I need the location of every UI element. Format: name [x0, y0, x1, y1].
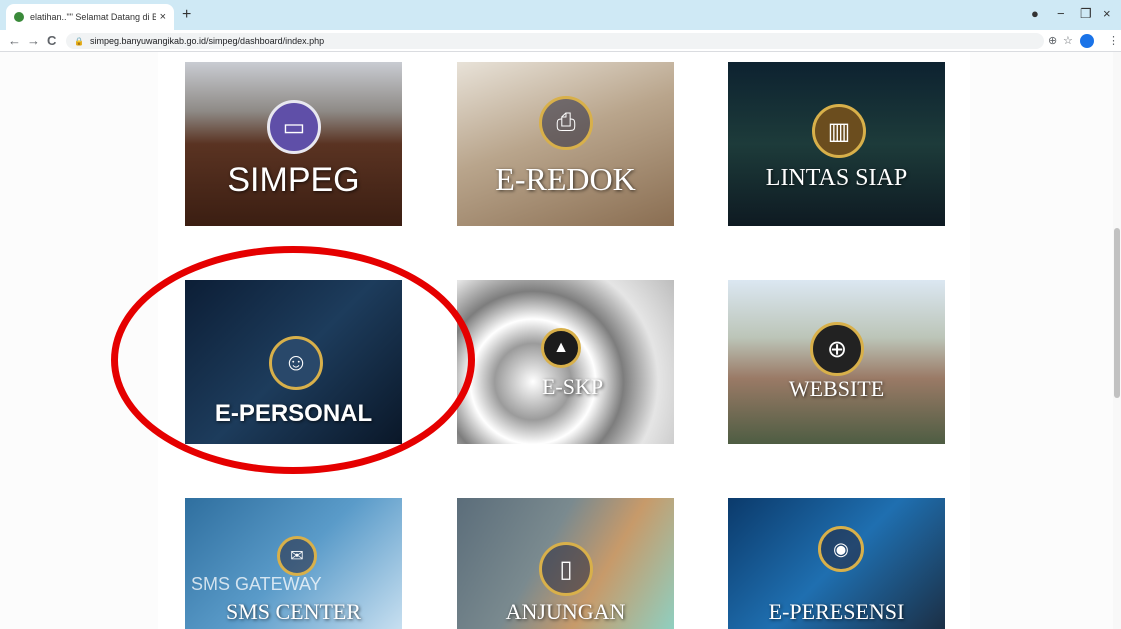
tile-e-peresensi[interactable]: ◉ E-PERESENSI: [728, 498, 945, 629]
tile-e-redok[interactable]: ⎙ E-REDOK: [457, 62, 674, 226]
book-icon: ▭: [267, 100, 321, 154]
tile-website[interactable]: ⊕ WEBSITE: [728, 280, 945, 444]
tile-lintas-siap[interactable]: ▥ LINTAS SIAP: [728, 62, 945, 226]
minimize-button[interactable]: −: [1057, 6, 1065, 21]
scrollbar-thumb[interactable]: [1114, 228, 1120, 398]
url-text: simpeg.banyuwangikab.go.id/simpeg/dashbo…: [89, 36, 325, 46]
tile-label: SIMPEG: [227, 161, 360, 199]
record-icon: ●: [1031, 6, 1039, 21]
tile-label: E-REDOK: [495, 161, 636, 197]
sms-icon: ✉: [277, 536, 317, 576]
browser-toolbar: ← → C 🔒 simpeg.banyuwangikab.go.id/simpe…: [0, 30, 1121, 52]
close-window-button[interactable]: ×: [1103, 6, 1111, 21]
tile-label: ANJUNGAN: [505, 599, 626, 624]
address-bar[interactable]: 🔒 simpeg.banyuwangikab.go.id/simpeg/dash…: [66, 33, 1044, 49]
tile-label: SMS CENTER: [225, 599, 362, 624]
zoom-icon[interactable]: ⊕: [1048, 34, 1057, 47]
tile-simpeg[interactable]: ▭ SIMPEG: [185, 62, 402, 226]
browser-tab-bar: elatihan.."" Selamat Datang di Bu × + ● …: [0, 0, 1121, 30]
browser-menu-icon[interactable]: ⋮: [1108, 34, 1119, 47]
fingerprint-icon: ◉: [818, 526, 864, 572]
tile-anjungan[interactable]: ▯ ANJUNGAN: [457, 498, 674, 629]
browser-tab[interactable]: elatihan.."" Selamat Datang di Bu ×: [6, 4, 174, 30]
forward-button[interactable]: →: [27, 33, 40, 48]
favicon-icon: [14, 12, 24, 22]
new-tab-button[interactable]: +: [182, 6, 191, 24]
lock-icon: 🔒: [74, 36, 84, 46]
tile-label: E-SKP: [541, 374, 604, 399]
tile-label: LINTAS SIAP: [765, 165, 908, 191]
tile-label: E-PERESENSI: [768, 599, 905, 624]
bookmark-star-icon[interactable]: ☆: [1063, 34, 1073, 47]
tab-title: elatihan.."" Selamat Datang di Bu: [30, 12, 156, 22]
printer-icon: ⎙: [539, 96, 593, 150]
restore-button[interactable]: ❐: [1080, 6, 1092, 22]
highlight-circle: [111, 246, 475, 474]
tile-sublabel: SMS GATEWAY: [191, 574, 322, 594]
tile-sms-center[interactable]: ✉ SMS GATEWAY SMS CENTER: [185, 498, 402, 629]
chart-icon: ▲: [541, 328, 581, 368]
tile-label: WEBSITE: [788, 376, 885, 401]
tile-e-skp[interactable]: ▲ E-SKP: [457, 280, 674, 444]
back-button[interactable]: ←: [8, 33, 21, 48]
globe-icon: ⊕: [810, 322, 864, 376]
profile-avatar[interactable]: [1080, 34, 1094, 48]
cabinet-icon: ▥: [812, 104, 866, 158]
kiosk-icon: ▯: [539, 542, 593, 596]
reload-button[interactable]: C: [47, 33, 56, 48]
tab-close-icon[interactable]: ×: [160, 11, 166, 23]
